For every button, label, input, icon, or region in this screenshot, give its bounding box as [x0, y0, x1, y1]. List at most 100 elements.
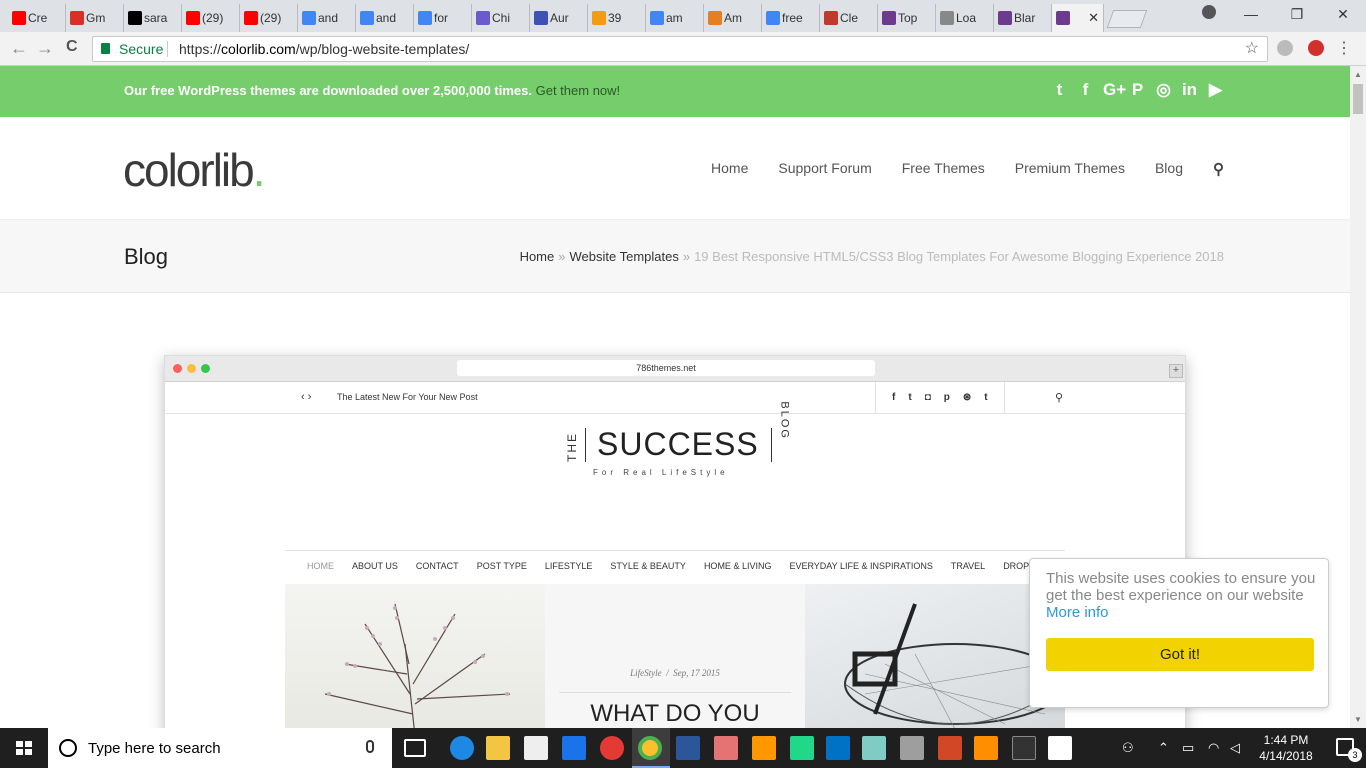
- nav-item-blog[interactable]: Blog: [1155, 160, 1183, 178]
- cookie-accept-button[interactable]: Got it!: [1046, 638, 1314, 671]
- clock[interactable]: 1:44 PM 4/14/2018: [1256, 732, 1316, 764]
- vlc-icon[interactable]: [974, 736, 998, 760]
- maximize-button[interactable]: ❐: [1274, 0, 1320, 28]
- breadcrumb-separator: »: [682, 249, 691, 264]
- opera-extension-icon[interactable]: [1308, 40, 1324, 56]
- photos-icon[interactable]: [900, 736, 924, 760]
- volume-icon[interactable]: ◁: [1230, 740, 1240, 756]
- browser-tab[interactable]: Chi: [472, 4, 530, 32]
- pycharm-icon[interactable]: [790, 736, 814, 760]
- browser-tab[interactable]: Top: [878, 4, 936, 32]
- preview-nav-item: ABOUT US: [352, 561, 398, 571]
- browser-tab[interactable]: sara: [124, 4, 182, 32]
- breadcrumb-link[interactable]: Website Templates: [569, 249, 678, 264]
- close-tab-icon[interactable]: ✕: [1088, 10, 1099, 26]
- microphone-icon[interactable]: [366, 740, 374, 753]
- browser-tab[interactable]: Cle: [820, 4, 878, 32]
- preview-browser-chrome: 786themes.net +: [165, 356, 1185, 382]
- terminal-icon[interactable]: [1012, 736, 1036, 760]
- browser-tab[interactable]: Gm: [66, 4, 124, 32]
- opera-icon[interactable]: [600, 736, 624, 760]
- scroll-up-icon[interactable]: ▲: [1354, 70, 1362, 79]
- reload-button[interactable]: C: [66, 38, 78, 56]
- task-view-icon[interactable]: [404, 739, 426, 757]
- scrollbar-thumb[interactable]: [1353, 84, 1363, 114]
- tab-title: Am: [724, 11, 742, 25]
- battery-icon[interactable]: ▭: [1182, 740, 1194, 756]
- facebook-icon[interactable]: f: [1077, 80, 1094, 100]
- wifi-icon[interactable]: ◠: [1208, 740, 1219, 756]
- page-scrollbar[interactable]: ▲ ▼: [1350, 66, 1366, 728]
- close-window-button[interactable]: ✕: [1320, 0, 1366, 28]
- browser-tab[interactable]: am: [646, 4, 704, 32]
- browser-tab[interactable]: Aur: [530, 4, 588, 32]
- menu-icon[interactable]: ⋮: [1336, 38, 1352, 58]
- google-plus-icon[interactable]: G+: [1103, 80, 1126, 100]
- extension-icon[interactable]: [1277, 40, 1293, 56]
- chrome-icon[interactable]: [638, 736, 662, 760]
- browser-tab[interactable]: 39: [588, 4, 646, 32]
- browser-tab[interactable]: Blar: [994, 4, 1052, 32]
- google-icon: [418, 11, 432, 25]
- tray-expand-icon[interactable]: ⌃: [1158, 740, 1169, 756]
- forward-button[interactable]: →: [36, 38, 54, 59]
- nav-item-support-forum[interactable]: Support Forum: [778, 160, 871, 178]
- youtube-icon[interactable]: ▶: [1207, 80, 1224, 100]
- browser-tab[interactable]: Cre: [8, 4, 66, 32]
- app-icon[interactable]: [862, 736, 886, 760]
- instagram-icon[interactable]: ◎: [1155, 80, 1172, 100]
- browser-tab[interactable]: and: [356, 4, 414, 32]
- outlook-icon[interactable]: [826, 736, 850, 760]
- search-icon[interactable]: ⚲: [1213, 160, 1224, 178]
- promo-link[interactable]: Get them now!: [536, 83, 621, 98]
- address-bar[interactable]: Secure https://colorlib.com/wp/blog-webs…: [92, 36, 1268, 62]
- minimize-button[interactable]: —: [1228, 0, 1274, 28]
- pinterest-icon[interactable]: P: [1129, 80, 1146, 100]
- nav-item-free-themes[interactable]: Free Themes: [902, 160, 985, 178]
- new-tab-button[interactable]: [1106, 10, 1148, 28]
- file-explorer-icon[interactable]: [486, 736, 510, 760]
- sublime-icon[interactable]: [752, 736, 776, 760]
- browser-tab[interactable]: free: [762, 4, 820, 32]
- google-icon: [766, 11, 780, 25]
- mail-icon[interactable]: [524, 736, 548, 760]
- shark-app-icon[interactable]: [562, 736, 586, 760]
- video-editor-icon[interactable]: [1048, 736, 1072, 760]
- taskbar-search[interactable]: Type here to search: [48, 728, 392, 768]
- site-logo[interactable]: colorlib.: [123, 143, 265, 197]
- browser-tab[interactable]: and: [298, 4, 356, 32]
- preview-logo-main: SUCCESS: [597, 426, 759, 462]
- notification-count: 3: [1348, 748, 1362, 762]
- url-separator: [167, 41, 168, 57]
- tab-title: (29): [260, 11, 282, 25]
- tab-title: Chi: [492, 11, 511, 25]
- back-button[interactable]: ←: [10, 38, 28, 59]
- edge-icon[interactable]: [450, 736, 474, 760]
- browser-tab[interactable]: for: [414, 4, 472, 32]
- preview-nav-item: POST TYPE: [476, 561, 527, 571]
- browser-tab[interactable]: Am: [704, 4, 762, 32]
- bookmark-star-icon[interactable]: ☆: [1245, 37, 1259, 61]
- scroll-down-icon[interactable]: ▼: [1354, 715, 1362, 724]
- browser-tab[interactable]: (29): [182, 4, 240, 32]
- powerpoint-icon[interactable]: [938, 736, 962, 760]
- colorlib-icon: [1056, 11, 1070, 25]
- basket-illustration: [844, 603, 1066, 728]
- nav-item-home[interactable]: Home: [711, 160, 748, 178]
- nav-item-premium-themes[interactable]: Premium Themes: [1015, 160, 1125, 178]
- word-icon[interactable]: [676, 736, 700, 760]
- profile-icon[interactable]: [1202, 5, 1216, 19]
- tab-title: and: [376, 11, 397, 25]
- start-button[interactable]: [0, 728, 48, 768]
- browser-tab[interactable]: (29): [240, 4, 298, 32]
- paint-icon[interactable]: [714, 736, 738, 760]
- github-icon: [128, 11, 142, 25]
- preview-social-icon: ◘: [924, 392, 931, 403]
- twitter-icon[interactable]: t: [1051, 80, 1068, 100]
- cookie-more-info-link[interactable]: More info: [1046, 604, 1109, 621]
- breadcrumb-link[interactable]: Home: [520, 249, 555, 264]
- linkedin-icon[interactable]: in: [1181, 80, 1198, 100]
- browser-tab[interactable]: Loa: [936, 4, 994, 32]
- people-icon[interactable]: ⚇: [1122, 740, 1134, 756]
- browser-tab[interactable]: ✕: [1052, 4, 1104, 32]
